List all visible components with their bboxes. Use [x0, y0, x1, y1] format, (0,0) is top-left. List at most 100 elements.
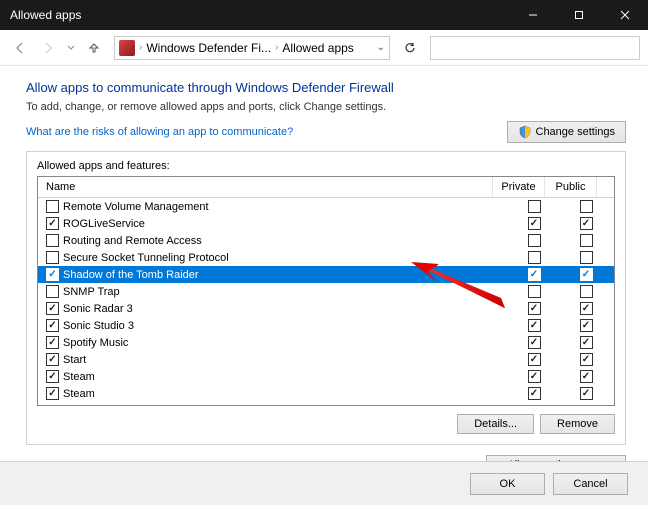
list-body[interactable]: Remote Volume Management ROGLiveService Ro… [38, 198, 614, 402]
private-checkbox[interactable] [528, 319, 541, 332]
public-checkbox[interactable] [580, 302, 593, 315]
table-row[interactable]: Secure Socket Tunneling Protocol [38, 249, 614, 266]
enable-checkbox[interactable] [46, 319, 59, 332]
table-row[interactable]: Spotify Music [38, 334, 614, 351]
column-private[interactable]: Private [493, 177, 545, 197]
titlebar: Allowed apps [0, 0, 648, 30]
maximize-button[interactable] [556, 0, 602, 30]
app-name: Routing and Remote Access [63, 235, 510, 247]
private-checkbox[interactable] [528, 302, 541, 315]
private-cell [510, 336, 562, 349]
enable-checkbox[interactable] [46, 268, 59, 281]
search-input[interactable] [430, 36, 640, 60]
public-cell [562, 268, 614, 281]
enable-checkbox[interactable] [46, 353, 59, 366]
public-checkbox[interactable] [580, 217, 593, 230]
forward-button[interactable] [36, 36, 60, 60]
change-settings-label: Change settings [536, 126, 616, 138]
chevron-right-icon: › [275, 42, 278, 53]
table-row[interactable]: Sonic Studio 3 [38, 317, 614, 334]
breadcrumb-dropdown-icon[interactable]: ⌄ [377, 42, 385, 53]
chevron-right-icon: › [139, 42, 142, 53]
private-cell [510, 319, 562, 332]
minimize-button[interactable] [510, 0, 556, 30]
table-row[interactable]: Steam [38, 385, 614, 402]
private-cell [510, 302, 562, 315]
private-checkbox[interactable] [528, 268, 541, 281]
public-cell [562, 251, 614, 264]
risk-link[interactable]: What are the risks of allowing an app to… [26, 126, 293, 138]
table-row[interactable]: ROGLiveService [38, 215, 614, 232]
details-button[interactable]: Details... [457, 414, 534, 434]
change-settings-button[interactable]: Change settings [507, 121, 627, 143]
cancel-button[interactable]: Cancel [553, 473, 628, 495]
public-checkbox[interactable] [580, 370, 593, 383]
public-cell [562, 353, 614, 366]
enable-checkbox[interactable] [46, 251, 59, 264]
nav-toolbar: › Windows Defender Fi... › Allowed apps … [0, 30, 648, 66]
public-checkbox[interactable] [580, 353, 593, 366]
private-cell [510, 234, 562, 247]
back-button[interactable] [8, 36, 32, 60]
close-button[interactable] [602, 0, 648, 30]
page-subtitle: To add, change, or remove allowed apps a… [26, 101, 626, 113]
public-checkbox[interactable] [580, 234, 593, 247]
private-cell [510, 387, 562, 400]
enable-checkbox[interactable] [46, 234, 59, 247]
column-public[interactable]: Public [545, 177, 597, 197]
breadcrumb[interactable]: › Windows Defender Fi... › Allowed apps … [114, 36, 390, 60]
enable-checkbox[interactable] [46, 200, 59, 213]
enable-checkbox[interactable] [46, 302, 59, 315]
table-row[interactable]: SNMP Trap [38, 283, 614, 300]
window-title: Allowed apps [10, 8, 81, 22]
table-row[interactable]: Shadow of the Tomb Raider [38, 266, 614, 283]
public-cell [562, 285, 614, 298]
public-checkbox[interactable] [580, 200, 593, 213]
enable-checkbox[interactable] [46, 217, 59, 230]
refresh-button[interactable] [398, 36, 422, 60]
app-name: Remote Volume Management [63, 201, 510, 213]
public-checkbox[interactable] [580, 285, 593, 298]
private-checkbox[interactable] [528, 387, 541, 400]
private-cell [510, 285, 562, 298]
app-name: Secure Socket Tunneling Protocol [63, 252, 510, 264]
column-name[interactable]: Name [38, 177, 493, 197]
apps-listbox[interactable]: Name Private Public Remote Volume Manage… [37, 176, 615, 406]
public-checkbox[interactable] [580, 251, 593, 264]
table-row[interactable]: Steam [38, 368, 614, 385]
private-cell [510, 353, 562, 366]
enable-checkbox[interactable] [46, 370, 59, 383]
private-checkbox[interactable] [528, 336, 541, 349]
app-name: Steam [63, 388, 510, 400]
app-name: SNMP Trap [63, 286, 510, 298]
enable-checkbox[interactable] [46, 336, 59, 349]
table-row[interactable]: Sonic Radar 3 [38, 300, 614, 317]
up-button[interactable] [82, 36, 106, 60]
public-checkbox[interactable] [580, 336, 593, 349]
private-checkbox[interactable] [528, 251, 541, 264]
ok-button[interactable]: OK [470, 473, 545, 495]
breadcrumb-segment[interactable]: Allowed apps [282, 41, 353, 55]
private-checkbox[interactable] [528, 370, 541, 383]
public-checkbox[interactable] [580, 387, 593, 400]
table-row[interactable]: Routing and Remote Access [38, 232, 614, 249]
enable-checkbox[interactable] [46, 387, 59, 400]
private-checkbox[interactable] [528, 200, 541, 213]
app-name: Spotify Music [63, 337, 510, 349]
table-row[interactable]: Start [38, 351, 614, 368]
table-row[interactable]: Remote Volume Management [38, 198, 614, 215]
remove-button[interactable]: Remove [540, 414, 615, 434]
private-checkbox[interactable] [528, 353, 541, 366]
private-checkbox[interactable] [528, 285, 541, 298]
public-checkbox[interactable] [580, 319, 593, 332]
public-cell [562, 319, 614, 332]
public-checkbox[interactable] [580, 268, 593, 281]
breadcrumb-segment[interactable]: Windows Defender Fi... [146, 41, 271, 55]
enable-checkbox[interactable] [46, 285, 59, 298]
app-name: ROGLiveService [63, 218, 510, 230]
allowed-apps-panel: Allowed apps and features: Name Private … [26, 151, 626, 445]
private-checkbox[interactable] [528, 234, 541, 247]
app-name: Start [63, 354, 510, 366]
private-checkbox[interactable] [528, 217, 541, 230]
recent-dropdown[interactable] [64, 36, 78, 60]
